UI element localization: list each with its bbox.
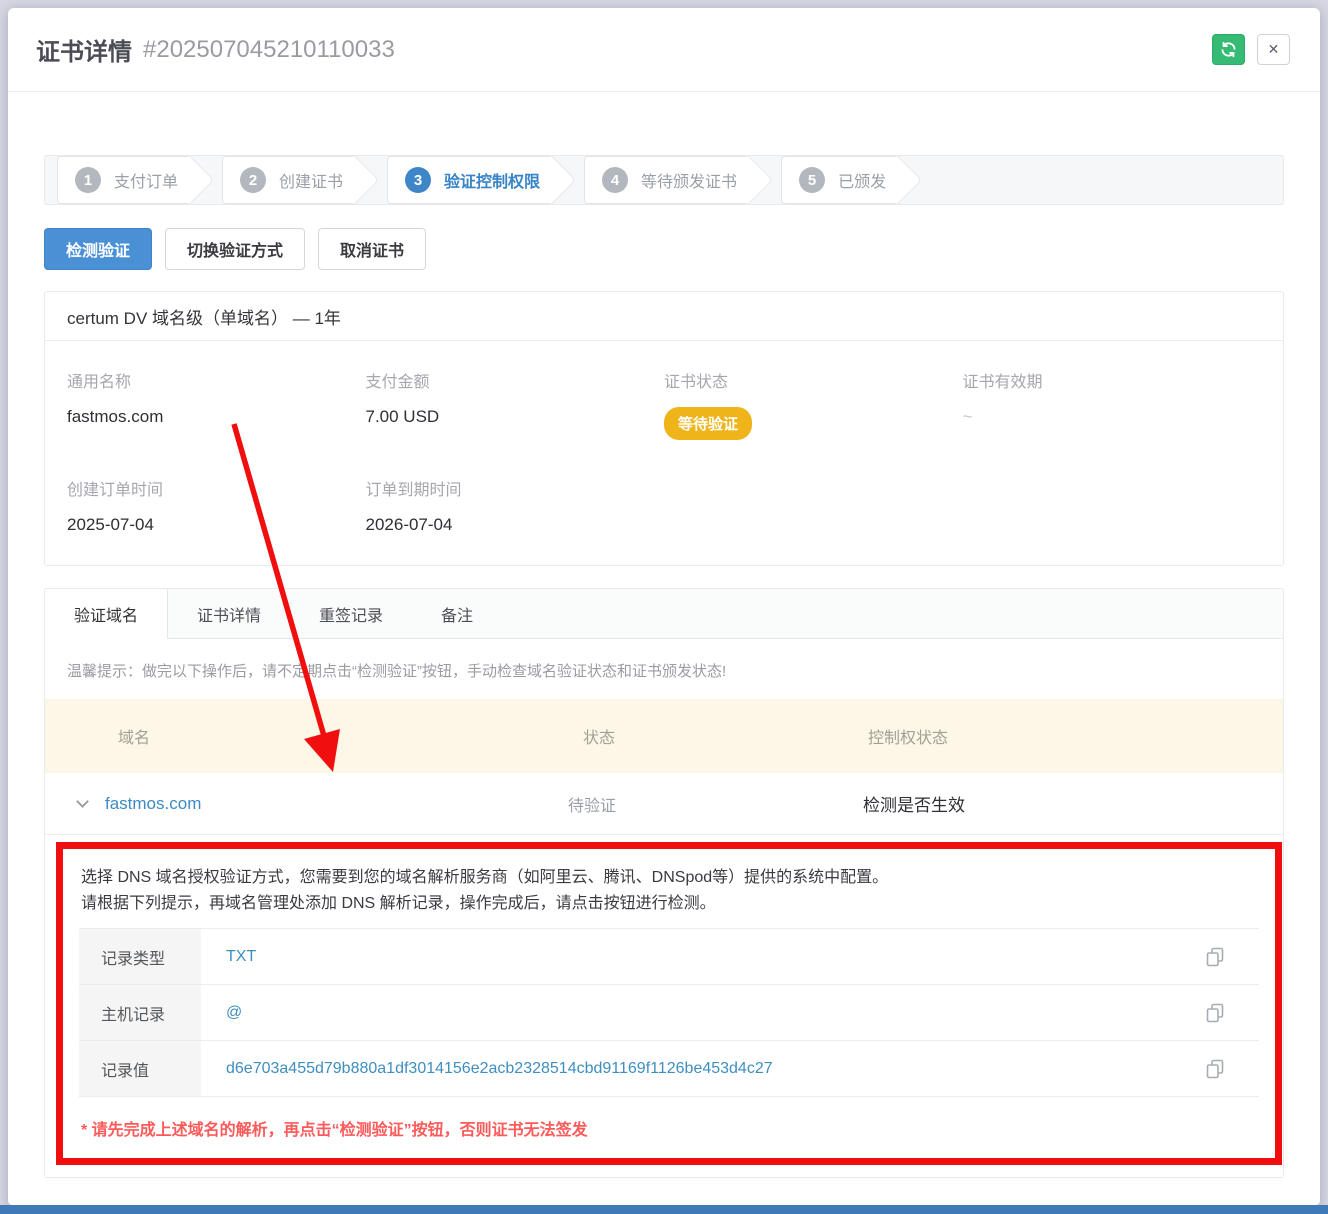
tab-remarks[interactable]: 备注 (412, 589, 502, 638)
step-number-badge: 3 (405, 167, 431, 193)
tab-strip: 验证域名 证书详情 重签记录 备注 (45, 589, 1283, 639)
switch-verification-method-button[interactable]: 切换验证方式 (165, 228, 305, 270)
step-create-cert: 2 创建证书 (222, 156, 355, 204)
field-value: 7.00 USD (366, 407, 665, 427)
record-label: 记录值 (79, 1041, 201, 1096)
step-number-badge: 4 (602, 167, 628, 193)
chevron-down-icon[interactable] (76, 795, 89, 808)
step-pay-order: 1 支付订单 (57, 156, 190, 204)
host-record-row: 主机记录 @ (79, 985, 1259, 1041)
copy-host-record-button[interactable] (1205, 1003, 1225, 1023)
step-label: 已颁发 (838, 168, 890, 192)
field-amount: 支付金额 7.00 USD (366, 368, 665, 440)
field-validity: 证书有效期 ~ (963, 368, 1262, 440)
detail-tab-card: 验证域名 证书详情 重签记录 备注 温馨提示：做完以下操作后，请不定期点击“检测… (44, 588, 1284, 1178)
domain-status: 待验证 (515, 792, 800, 816)
dns-instruction-line1: 选择 DNS 域名授权验证方式，您需要到您的域名解析服务商（如阿里云、腾讯、DN… (81, 865, 1259, 891)
product-title: certum DV 域名级（单域名） — 1年 (45, 292, 1283, 341)
action-bar: 检测验证 切换验证方式 取消证书 (44, 228, 1284, 270)
page-title: 证书详情 (36, 32, 132, 67)
progress-steps: 1 支付订单 2 创建证书 3 验证控制权限 4 等待颁发证书 5 已颁发 (44, 155, 1284, 205)
status-badge: 等待验证 (664, 407, 752, 440)
field-cert-status: 证书状态 等待验证 (664, 368, 963, 440)
field-created-time: 创建订单时间 2025-07-04 (67, 476, 366, 535)
order-fields: 通用名称 fastmos.com 支付金额 7.00 USD 证书状态 等待验证… (45, 341, 1283, 565)
field-value: 2026-07-04 (366, 515, 665, 535)
field-value: fastmos.com (67, 407, 366, 427)
record-value: TXT (201, 948, 1205, 966)
order-info-card: certum DV 域名级（单域名） — 1年 通用名称 fastmos.com… (44, 291, 1284, 566)
header-buttons: ✕ (1212, 34, 1290, 65)
field-label: 通用名称 (67, 368, 366, 392)
dns-record-table: 记录类型 TXT 主机记录 (79, 928, 1259, 1097)
tab-reissue-records[interactable]: 重签记录 (290, 589, 412, 638)
step-label: 创建证书 (279, 168, 347, 192)
reminder-text: 温馨提示：做完以下操作后，请不定期点击“检测验证”按钮，手动检查域名验证状态和证… (45, 639, 1283, 696)
step-number-badge: 1 (75, 167, 101, 193)
domain-table-header: 域名 状态 控制权状态 (45, 699, 1283, 773)
field-value: ~ (963, 407, 1262, 427)
dns-instruction-line2: 请根据下列提示，再域名管理处添加 DNS 解析记录，操作完成后，请点击按钮进行检… (81, 891, 1259, 917)
field-expire-time: 订单到期时间 2026-07-04 (366, 476, 665, 535)
record-label: 记录类型 (79, 929, 201, 984)
tab-cert-detail[interactable]: 证书详情 (168, 589, 290, 638)
step-verify-control: 3 验证控制权限 (387, 156, 552, 204)
copy-icon (1205, 1003, 1225, 1023)
column-domain: 域名 (45, 724, 515, 748)
control-status-action[interactable]: 检测是否生效 (800, 791, 1283, 816)
close-button[interactable]: ✕ (1257, 34, 1290, 65)
column-status: 状态 (515, 724, 800, 748)
step-number-badge: 5 (799, 167, 825, 193)
field-label: 证书有效期 (963, 368, 1262, 392)
close-icon: ✕ (1268, 41, 1280, 58)
record-value-row: 记录值 d6e703a455d79b880a1df3014156e2acb232… (79, 1041, 1259, 1097)
step-label: 验证控制权限 (444, 168, 544, 192)
column-control: 控制权状态 (800, 724, 1283, 748)
record-label: 主机记录 (79, 985, 201, 1040)
order-number: #202507045210110033 (143, 36, 395, 64)
copy-icon (1205, 947, 1225, 967)
field-label: 支付金额 (366, 368, 665, 392)
cancel-certificate-button[interactable]: 取消证书 (318, 228, 426, 270)
copy-icon (1205, 1059, 1225, 1079)
step-label: 等待颁发证书 (641, 168, 741, 192)
bottom-blue-bar (0, 1205, 1328, 1214)
refresh-icon (1220, 41, 1237, 58)
copy-record-value-button[interactable] (1205, 1059, 1225, 1079)
dns-verification-panel: 选择 DNS 域名授权验证方式，您需要到您的域名解析服务商（如阿里云、腾讯、DN… (56, 842, 1282, 1165)
field-value: 2025-07-04 (67, 515, 366, 535)
field-label: 订单到期时间 (366, 476, 665, 500)
check-verification-button[interactable]: 检测验证 (44, 228, 152, 270)
modal-body: 1 支付订单 2 创建证书 3 验证控制权限 4 等待颁发证书 5 已颁发 检测… (8, 155, 1320, 1178)
dns-warning-text: * 请先完成上述域名的解析，再点击“检测验证”按钮，否则证书无法签发 (79, 1116, 1259, 1140)
domain-table-row: fastmos.com 待验证 检测是否生效 (45, 773, 1283, 835)
step-wait-issue: 4 等待颁发证书 (584, 156, 749, 204)
step-issued: 5 已颁发 (781, 156, 898, 204)
dns-instructions: 选择 DNS 域名授权验证方式，您需要到您的域名解析服务商（如阿里云、腾讯、DN… (79, 865, 1259, 917)
field-label: 证书状态 (664, 368, 963, 392)
certificate-detail-modal: 证书详情 #202507045210110033 ✕ 1 支付订单 (8, 8, 1320, 1206)
record-type-row: 记录类型 TXT (79, 929, 1259, 985)
copy-record-type-button[interactable] (1205, 947, 1225, 967)
step-label: 支付订单 (114, 168, 182, 192)
domain-link[interactable]: fastmos.com (105, 794, 201, 814)
field-label: 创建订单时间 (67, 476, 366, 500)
record-value: d6e703a455d79b880a1df3014156e2acb2328514… (201, 1060, 1205, 1078)
modal-header: 证书详情 #202507045210110033 ✕ (8, 8, 1320, 92)
step-number-badge: 2 (240, 167, 266, 193)
field-common-name: 通用名称 fastmos.com (67, 368, 366, 440)
record-value: @ (201, 1004, 1205, 1022)
refresh-button[interactable] (1212, 34, 1245, 65)
tab-verify-domain[interactable]: 验证域名 (45, 589, 168, 639)
